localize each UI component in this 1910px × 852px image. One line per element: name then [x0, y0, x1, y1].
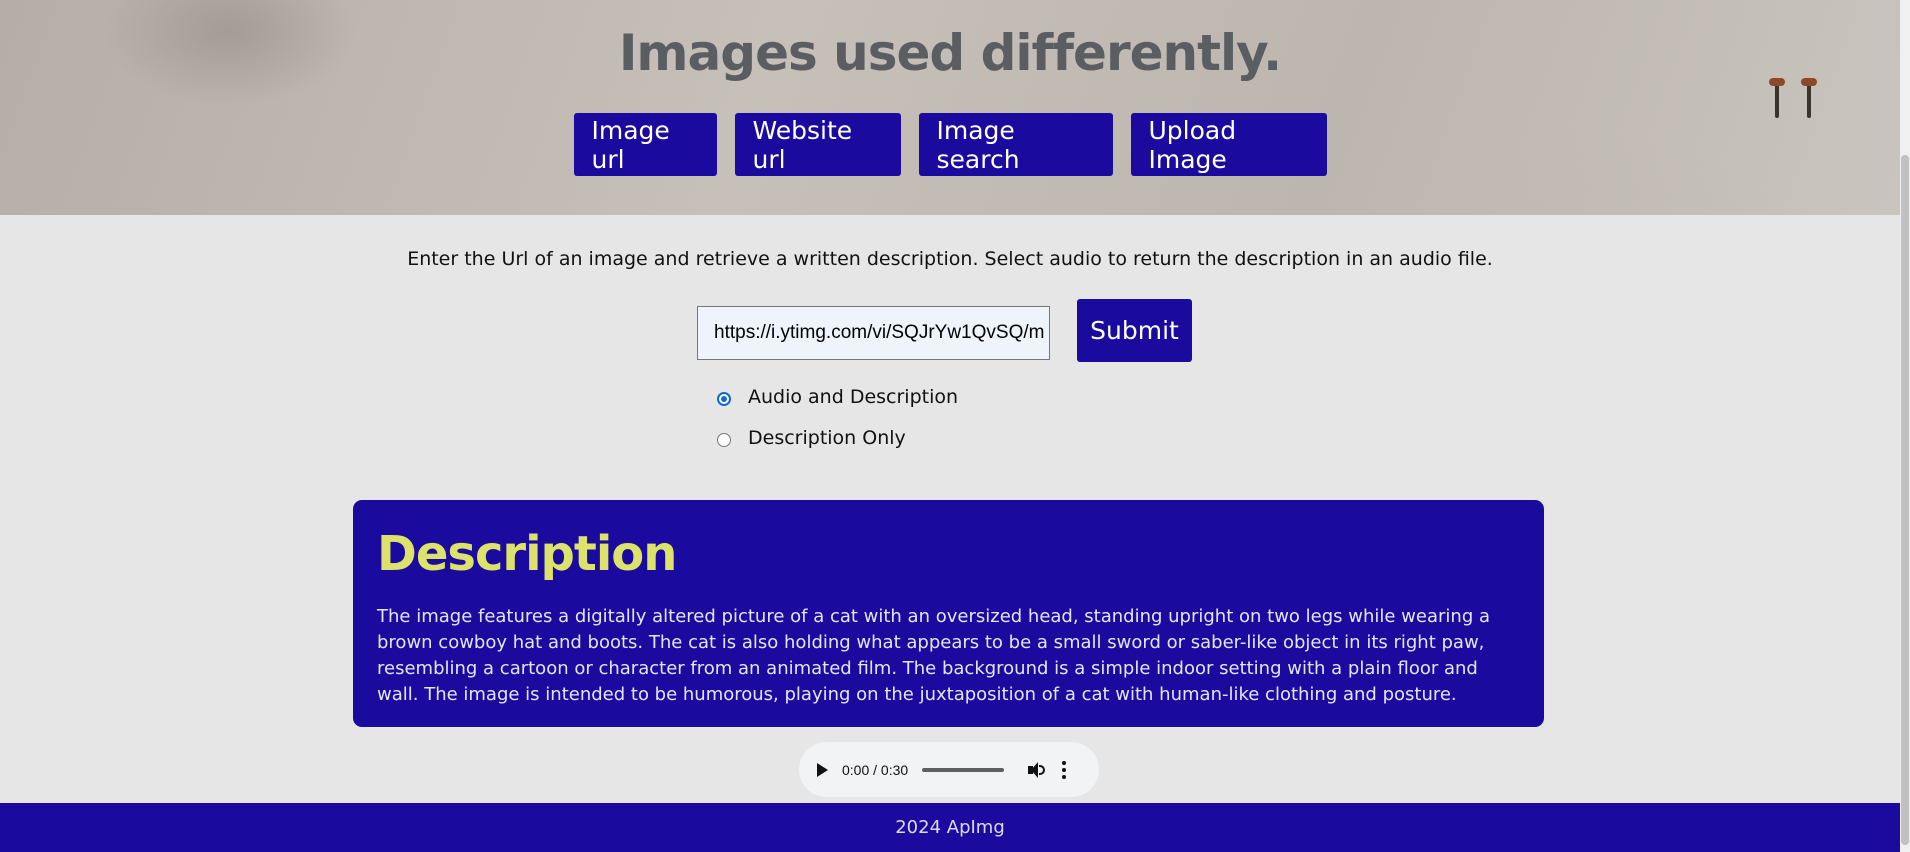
- submit-button[interactable]: Submit: [1077, 299, 1192, 362]
- description-card: Description The image features a digital…: [353, 500, 1544, 727]
- image-url-input[interactable]: https://i.ytimg.com/vi/SQJrYw1QvSQ/m: [697, 306, 1050, 360]
- volume-icon[interactable]: [1028, 761, 1046, 778]
- instructions-text: Enter the Url of an image and retrieve a…: [407, 248, 1493, 270]
- audio-progress-slider[interactable]: [922, 767, 1005, 772]
- footer-text: 2024 ApImg: [895, 817, 1005, 838]
- audio-time: 0:00 / 0:30: [842, 761, 909, 778]
- scrollbar-thumb[interactable]: [1901, 155, 1909, 845]
- upload-image-button[interactable]: Upload Image: [1130, 113, 1327, 176]
- audio-and-description-option[interactable]: Audio and Description: [717, 386, 958, 408]
- description-text: The image features a digitally altered p…: [377, 606, 1490, 705]
- mode-nav: Image url Website url Image search Uploa…: [0, 113, 1900, 176]
- description-title: Description: [377, 526, 677, 582]
- hero-banner: Images used differently. Image url Websi…: [0, 0, 1900, 215]
- description-only-radio[interactable]: [717, 432, 731, 447]
- beach-figure-image: [1801, 78, 1817, 118]
- description-only-option[interactable]: Description Only: [717, 427, 906, 449]
- image-url-button[interactable]: Image url: [573, 113, 717, 176]
- beach-figure-image: [1769, 78, 1785, 118]
- more-options-icon[interactable]: [1062, 760, 1067, 779]
- footer: 2024 ApImg: [0, 803, 1900, 852]
- website-url-button[interactable]: Website url: [734, 113, 901, 176]
- page-title: Images used differently.: [618, 24, 1282, 82]
- image-search-button[interactable]: Image search: [918, 113, 1113, 176]
- audio-player: 0:00 / 0:30: [799, 742, 1099, 797]
- play-icon[interactable]: [817, 762, 828, 777]
- audio-and-description-radio[interactable]: [717, 391, 731, 406]
- description-only-label: Description Only: [748, 427, 906, 449]
- audio-and-description-label: Audio and Description: [748, 386, 959, 408]
